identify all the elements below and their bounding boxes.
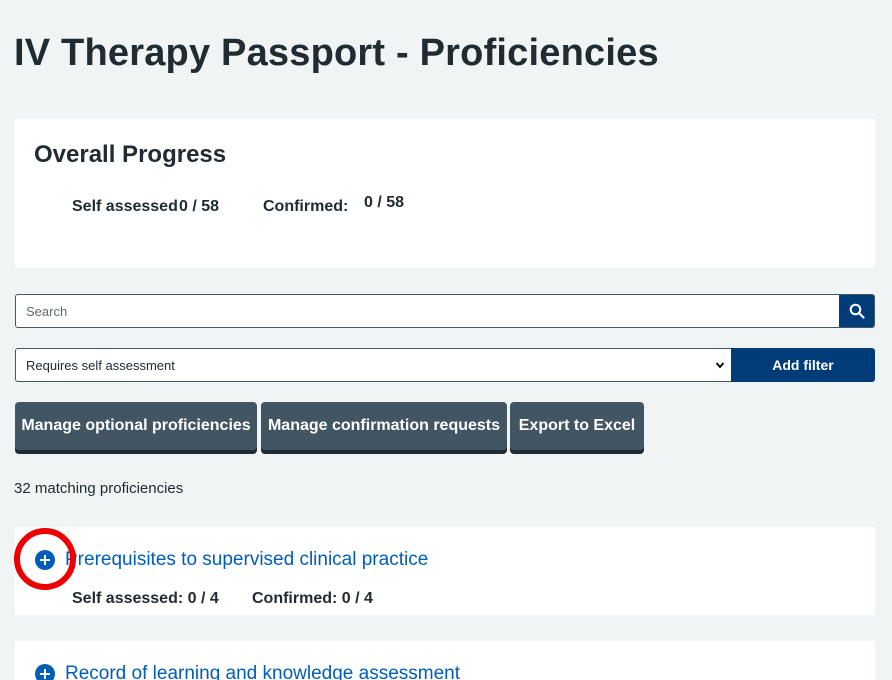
section-card: Prerequisites to supervised clinical pra… [15, 527, 875, 615]
section-confirmed: Confirmed: 0 / 4 [252, 590, 373, 607]
section-card: Record of learning and knowledge assessm… [15, 641, 875, 680]
search-icon [849, 303, 865, 319]
confirmed-label: Confirmed: [263, 198, 349, 215]
search-input[interactable] [16, 295, 840, 327]
plus-circle-icon[interactable] [35, 550, 55, 570]
confirmed-value: 0 / 58 [364, 194, 405, 211]
section-title[interactable]: Prerequisites to supervised clinical pra… [65, 549, 428, 571]
filter-select-value: Requires self assessment [26, 358, 175, 373]
section-title[interactable]: Record of learning and knowledge assessm… [65, 663, 460, 680]
matching-count: 32 matching proficiencies [14, 480, 184, 497]
add-filter-button[interactable]: Add filter [731, 348, 875, 382]
section-self-assessed: Self assessed: 0 / 4 [72, 590, 219, 607]
section-toggle[interactable]: Prerequisites to supervised clinical pra… [35, 549, 428, 571]
chevron-down-icon [715, 362, 725, 369]
self-assessed-label: Self assessed [72, 198, 178, 215]
export-to-excel-button[interactable]: Export to Excel [510, 402, 644, 450]
search-bar [15, 294, 875, 328]
overall-progress-card: Overall Progress Self assessed 0 / 58 Co… [15, 119, 875, 268]
page-title: IV Therapy Passport - Proficiencies [14, 32, 659, 74]
plus-circle-icon[interactable] [35, 664, 55, 680]
filter-select[interactable]: Requires self assessment [15, 348, 732, 382]
self-assessed-value: 0 / 58 [179, 198, 220, 215]
search-button[interactable] [839, 295, 874, 327]
overall-progress-title: Overall Progress [34, 141, 227, 168]
manage-optional-proficiencies-button[interactable]: Manage optional proficiencies [15, 402, 257, 450]
manage-confirmation-requests-button[interactable]: Manage confirmation requests [261, 402, 507, 450]
section-toggle[interactable]: Record of learning and knowledge assessm… [35, 663, 460, 680]
